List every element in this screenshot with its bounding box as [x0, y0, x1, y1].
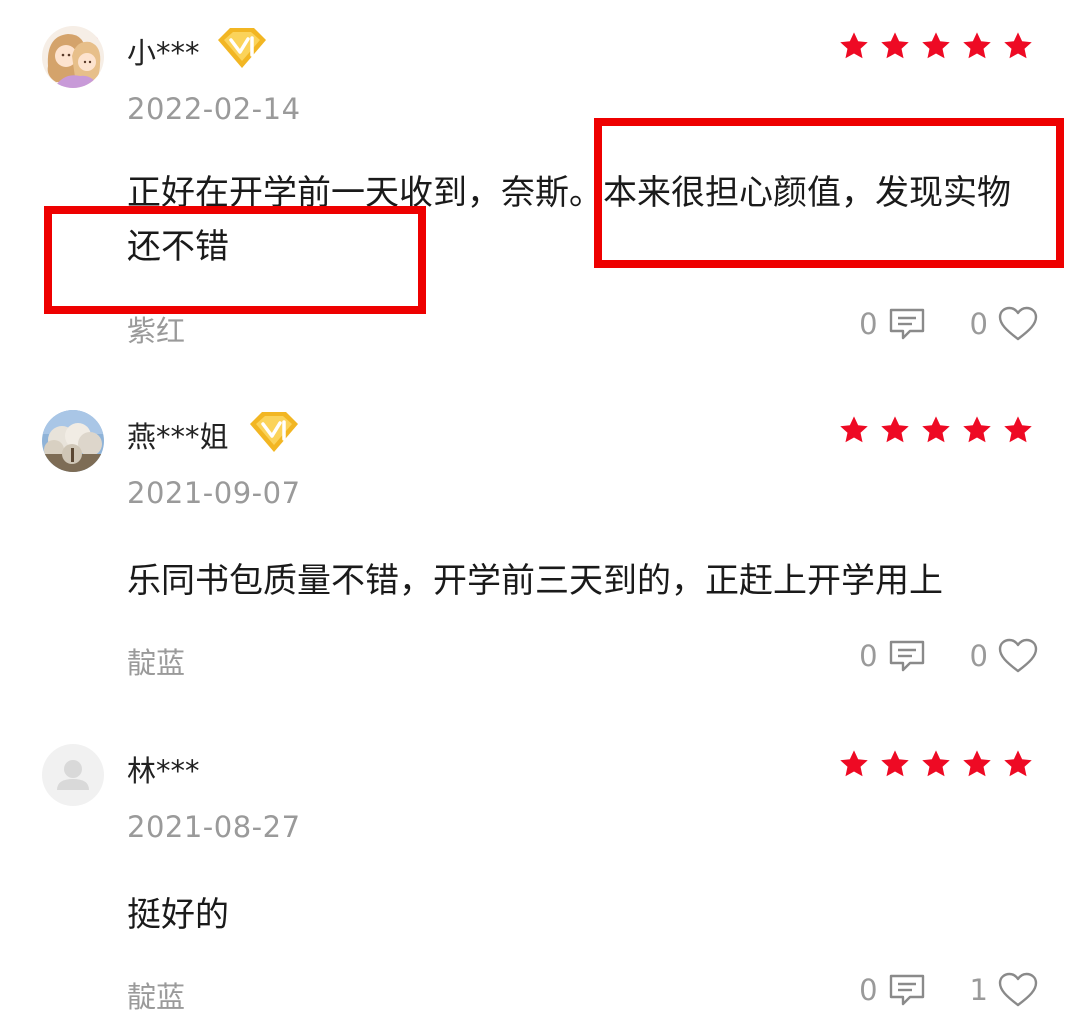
- highlight-box: [594, 118, 1064, 268]
- review-date: 2021-09-07: [127, 476, 301, 510]
- star-icon: [922, 32, 950, 59]
- blossom-tree-avatar-icon: [42, 410, 104, 472]
- review-date: 2022-02-14: [127, 92, 301, 126]
- product-variant: 紫红: [127, 314, 186, 348]
- star-icon: [963, 750, 991, 777]
- review-content: 乐同书包质量不错，开学前三天到的，正赶上开学用上: [127, 561, 943, 601]
- star-icon: [963, 416, 991, 443]
- username: 林***: [127, 754, 200, 788]
- user-avatar[interactable]: [42, 26, 104, 88]
- user-avatar[interactable]: [42, 410, 104, 472]
- star-icon: [881, 32, 909, 59]
- user-avatar[interactable]: [42, 744, 104, 806]
- rating-stars: [838, 30, 1034, 62]
- vip-badge-icon: [218, 28, 266, 68]
- heart-icon[interactable]: [998, 306, 1038, 342]
- comment-icon[interactable]: [888, 973, 926, 1007]
- product-variant: 靛蓝: [127, 980, 186, 1014]
- heart-icon[interactable]: [998, 972, 1038, 1008]
- star-icon: [881, 416, 909, 443]
- default-user-avatar-icon: [42, 744, 104, 806]
- review-actions: 0 0: [859, 638, 1038, 674]
- product-variant: 靛蓝: [127, 646, 186, 680]
- star-icon: [1004, 750, 1032, 777]
- star-icon: [881, 750, 909, 777]
- like-count: 0: [969, 307, 988, 341]
- review-actions: 0 1: [859, 972, 1038, 1008]
- comment-count: 0: [859, 307, 878, 341]
- username: 小***: [127, 36, 200, 70]
- star-icon: [1004, 32, 1032, 59]
- review-actions: 0 0: [859, 306, 1038, 342]
- highlight-box: [44, 206, 426, 314]
- star-icon: [840, 32, 868, 59]
- star-icon: [922, 416, 950, 443]
- like-count: 1: [969, 973, 988, 1007]
- star-icon: [840, 416, 868, 443]
- girls-cartoon-avatar-icon: [42, 26, 104, 88]
- rating-stars: [838, 414, 1034, 446]
- comment-count: 0: [859, 639, 878, 673]
- star-icon: [1004, 416, 1032, 443]
- comment-icon[interactable]: [888, 307, 926, 341]
- rating-stars: [838, 748, 1034, 780]
- like-count: 0: [969, 639, 988, 673]
- review-date: 2021-08-27: [127, 810, 301, 844]
- heart-icon[interactable]: [998, 638, 1038, 674]
- review-content: 挺好的: [127, 895, 229, 935]
- star-icon: [922, 750, 950, 777]
- star-icon: [963, 32, 991, 59]
- username: 燕***姐: [127, 420, 229, 454]
- comment-count: 0: [859, 973, 878, 1007]
- comment-icon[interactable]: [888, 639, 926, 673]
- review-list: 小*** 2022-02-14 正好在开学前一天收到，奈斯。本来很担心颜值，发现…: [0, 0, 1080, 1021]
- vip-badge-icon: [250, 412, 298, 452]
- star-icon: [840, 750, 868, 777]
